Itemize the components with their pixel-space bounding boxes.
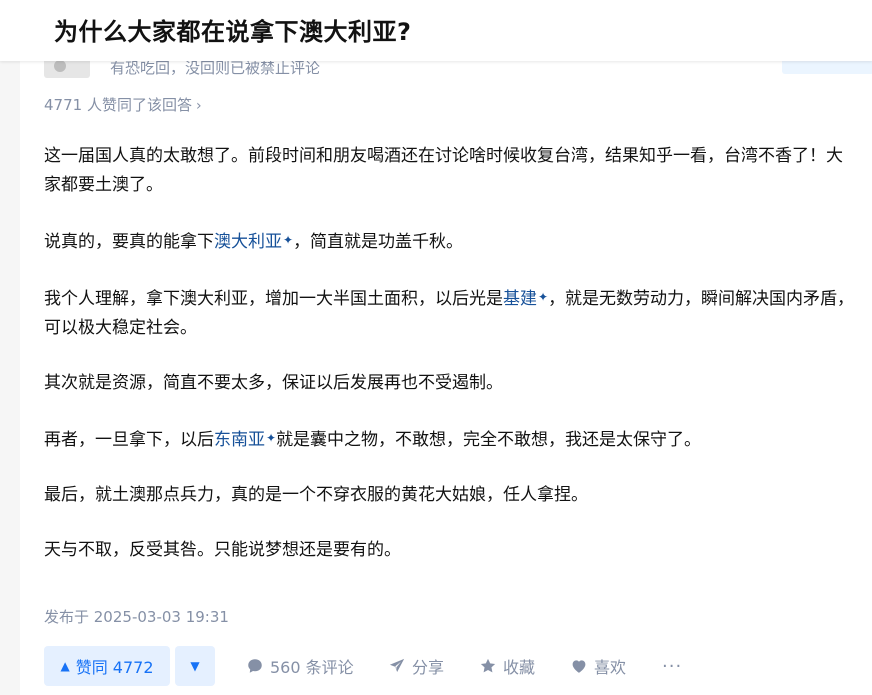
answer-content: 这一届国人真的太敢想了。前段时间和朋友喝酒还在讨论啥时候收复台湾，结果知乎一看，… <box>44 142 856 591</box>
more-button[interactable]: ··· <box>662 646 682 686</box>
paragraph-text: 就是囊中之物，不敢想，完全不敢想，我还是太保守了。 <box>276 430 702 450</box>
paragraph-text: ，简直就是功盖千秋。 <box>293 232 464 252</box>
answer-actions-bar: ▲ 赞同 4772 ▼ 560 条评论 分享 收藏 喜欢 ··· <box>44 646 856 688</box>
sparkle-icon: ✦ <box>538 290 549 304</box>
share-label: 分享 <box>412 658 445 677</box>
paragraph-text: 再者，一旦拿下，以后 <box>44 430 214 450</box>
keyword-link[interactable]: 东南亚 <box>214 430 265 450</box>
heart-icon <box>572 660 586 673</box>
sparkle-icon: ✦ <box>283 233 294 247</box>
star-icon <box>480 658 496 673</box>
vote-up-label: 赞同 4772 <box>75 658 154 677</box>
triangle-down-icon: ▼ <box>190 659 200 673</box>
answer-paragraph: 最后，就土澳那点兵力，真的是一个不穿衣服的黄花大姑娘，任人拿捏。 <box>44 481 856 510</box>
answer-paragraph: 说真的，要真的能拿下澳大利亚✦，简直就是功盖千秋。 <box>44 226 856 257</box>
more-icon: ··· <box>662 655 683 677</box>
like-button[interactable]: 喜欢 <box>570 646 626 686</box>
paragraph-text: 天与不取，反受其咎。只能说梦想还是要有的。 <box>44 540 401 560</box>
keyword-link[interactable]: 基建 <box>503 289 537 309</box>
vote-summary-link[interactable]: 4771 人赞同了该回答 › <box>44 94 202 115</box>
favorite-label: 收藏 <box>503 658 536 677</box>
favorite-button[interactable]: 收藏 <box>479 646 535 686</box>
answer-paragraph: 其次就是资源，简直不要太多，保证以后发展再也不受遏制。 <box>44 369 856 398</box>
publish-time[interactable]: 发布于 2025-03-03 19:31 <box>44 606 229 627</box>
answer-paragraph: 天与不取，反受其咎。只能说梦想还是要有的。 <box>44 536 856 565</box>
answer-paragraph: 再者，一旦拿下，以后东南亚✦就是囊中之物，不敢想，完全不敢想，我还是太保守了。 <box>44 424 856 455</box>
vote-up-button[interactable]: ▲ 赞同 4772 <box>44 646 170 686</box>
share-button[interactable]: 分享 <box>388 646 444 686</box>
keyword-link[interactable]: 澳大利亚 <box>214 232 282 252</box>
paragraph-text: 说真的，要真的能拿下 <box>44 232 214 252</box>
paragraph-text: 这一届国人真的太敢想了。前段时间和朋友喝酒还在讨论啥时候收复台湾，结果知乎一看，… <box>44 146 843 195</box>
question-title[interactable]: 为什么大家都在说拿下澳大利亚? <box>54 12 411 47</box>
triangle-up-icon: ▲ <box>60 659 70 673</box>
comments-label: 560 条评论 <box>270 658 354 677</box>
paragraph-text: 其次就是资源，简直不要太多，保证以后发展再也不受遏制。 <box>44 373 503 393</box>
vote-summary-text: 4771 人赞同了该回答 <box>44 96 192 114</box>
question-sticky-header: 为什么大家都在说拿下澳大利亚? <box>0 0 872 61</box>
answer-paragraph: 这一届国人真的太敢想了。前段时间和朋友喝酒还在讨论啥时候收复台湾，结果知乎一看，… <box>44 142 856 200</box>
chevron-right-icon: › <box>195 98 202 114</box>
vote-down-button[interactable]: ▼ <box>175 646 215 686</box>
comment-bubble-icon <box>248 659 262 673</box>
paragraph-text: 最后，就土澳那点兵力，真的是一个不穿衣服的黄花大姑娘，任人拿捏。 <box>44 485 588 505</box>
paragraph-text: 我个人理解，拿下澳大利亚，增加一大半国土面积，以后光是 <box>44 289 503 309</box>
comments-button[interactable]: 560 条评论 <box>246 646 354 686</box>
like-label: 喜欢 <box>594 658 627 677</box>
answer-paragraph: 我个人理解，拿下澳大利亚，增加一大半国土面积，以后光是基建✦，就是无数劳动力，瞬… <box>44 283 856 343</box>
paper-plane-icon <box>389 658 405 672</box>
sparkle-icon: ✦ <box>266 431 277 445</box>
